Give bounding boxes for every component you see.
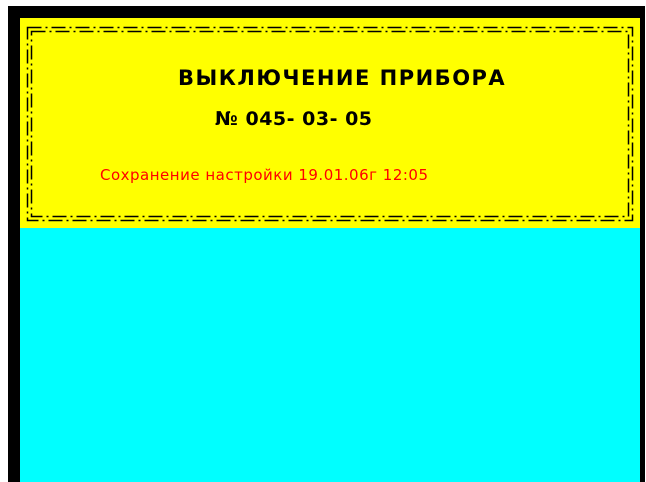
panel-title: ВЫКЛЮЧЕНИЕ ПРИБОРА xyxy=(178,66,507,90)
shutdown-panel: ВЫКЛЮЧЕНИЕ ПРИБОРА № 045- 03- 05 Сохране… xyxy=(20,18,640,228)
settings-save-info: Сохранение настройки 19.01.06г 12:05 xyxy=(100,166,429,184)
app-window: ВЫКЛЮЧЕНИЕ ПРИБОРА № 045- 03- 05 Сохране… xyxy=(0,0,646,482)
device-number: № 045- 03- 05 xyxy=(215,108,373,130)
display-area: ВЫКЛЮЧЕНИЕ ПРИБОРА № 045- 03- 05 Сохране… xyxy=(20,18,640,482)
